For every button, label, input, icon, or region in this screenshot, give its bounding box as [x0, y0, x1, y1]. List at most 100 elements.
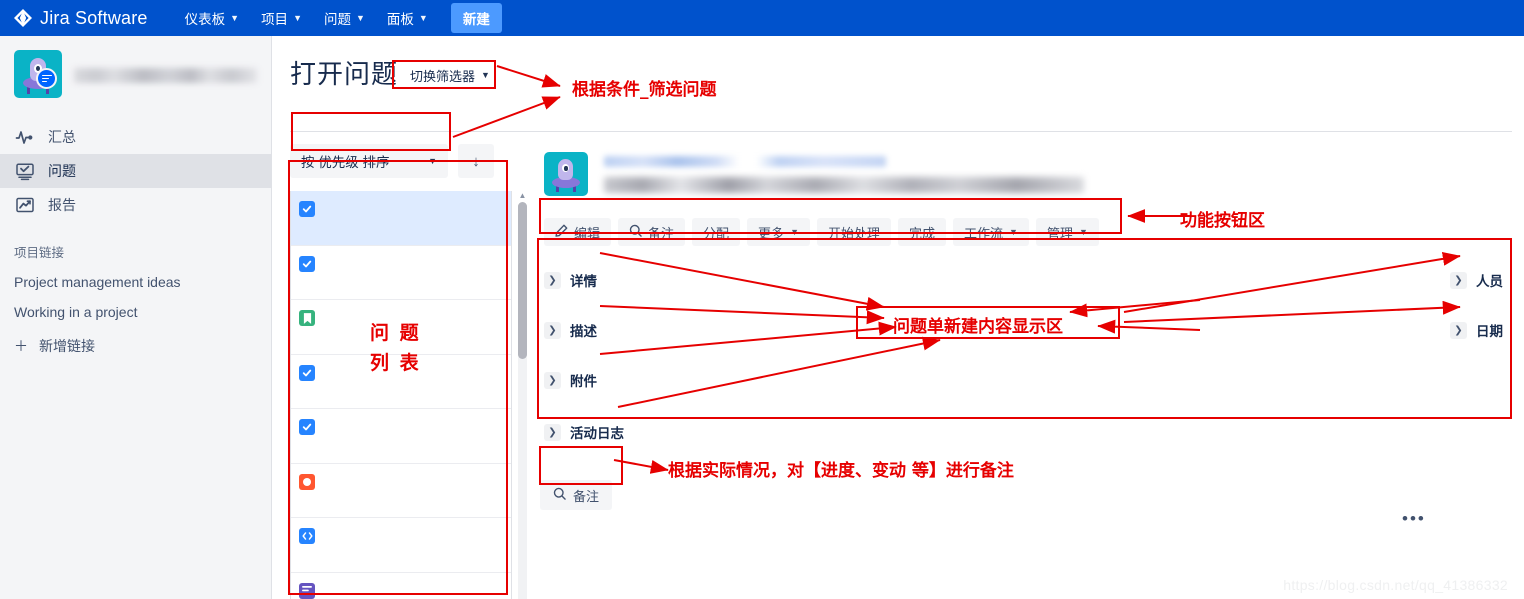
action-button-5[interactable]: 完成	[898, 218, 947, 246]
nav-item-issues[interactable]: 问题 ▼	[315, 4, 374, 32]
page-title: 打开问题	[290, 59, 399, 89]
section-label: 附件	[570, 374, 597, 389]
action-button-0[interactable]: 编辑	[544, 218, 612, 246]
action-button-2[interactable]: 分配	[692, 218, 741, 246]
chevron-right-icon: ❯	[544, 271, 561, 289]
project-avatar-ufo-icon	[544, 152, 588, 196]
action-button-6[interactable]: 工作流 ▼	[953, 218, 1029, 246]
nav-item-boards[interactable]: 面板 ▼	[378, 4, 437, 32]
action-button-label: 编辑	[574, 225, 601, 241]
chevron-right-icon: ❯	[1450, 321, 1467, 339]
scroll-up-arrow-icon[interactable]: ▲	[516, 191, 529, 201]
plus-icon: ＋	[14, 338, 28, 354]
action-button-label: 管理	[1046, 225, 1073, 241]
task-check-icon	[299, 364, 315, 381]
top-navigation-bar: Jira Software 仪表板 ▼ 项目 ▼ 问题 ▼ 面板 ▼ 新建	[0, 0, 1524, 36]
sidebar-item-issues[interactable]: 问题	[0, 154, 271, 188]
issue-list-item[interactable]	[291, 191, 511, 246]
nav-item-dashboards[interactable]: 仪表板 ▼	[176, 4, 248, 32]
section-dates[interactable]: ❯ 日期	[1450, 320, 1503, 340]
chevron-down-icon: ▼	[418, 12, 428, 23]
sidebar-add-link-button[interactable]: ＋ 新增链接	[0, 327, 271, 365]
action-button-label: 更多	[758, 225, 785, 241]
anno-comment-note: 根据实际情况，对【进度、变动 等】进行备注	[668, 461, 1014, 481]
more-options-ellipsis-icon[interactable]: •••	[1402, 509, 1426, 529]
jira-diamond-icon	[14, 9, 32, 27]
issue-list-item[interactable]	[291, 463, 511, 518]
comment-magnifier-icon	[629, 224, 642, 240]
action-button-label: 工作流	[964, 225, 1004, 241]
chevron-right-icon: ❯	[544, 423, 561, 441]
action-button-label: 分配	[703, 225, 730, 241]
issue-list-item[interactable]	[291, 572, 511, 599]
chevron-down-icon: ▼	[1009, 226, 1018, 237]
action-button-label: 备注	[648, 225, 675, 241]
nav-label: 问题	[323, 12, 351, 27]
chevron-down-icon: ▼	[790, 226, 799, 237]
comment-magnifier-icon	[553, 487, 566, 503]
sidebar-item-summary[interactable]: 汇总	[0, 120, 271, 154]
sidebar-link-pm-ideas[interactable]: Project management ideas	[0, 267, 271, 297]
watermark: https://blog.csdn.net/qq_41386332	[1283, 577, 1508, 593]
chevron-down-icon: ▼	[355, 12, 365, 23]
anno-button-area-note: 功能按钮区	[1180, 211, 1265, 231]
action-button-1[interactable]: 备注	[618, 218, 686, 246]
list-toolbar: 按 优先级 排序 ▼ ↓	[290, 144, 540, 178]
issue-list[interactable]	[290, 191, 512, 599]
nav-item-projects[interactable]: 项目 ▼	[252, 4, 311, 32]
scrollbar-thumb[interactable]	[518, 202, 527, 359]
add-comment-label: 备注	[573, 488, 600, 504]
brand-name: Jira Software	[40, 7, 148, 28]
project-sidebar: 汇总 问题 报告 项目链接 Project management ideas W…	[0, 36, 272, 599]
issue-list-item[interactable]	[291, 409, 511, 464]
issue-title-redacted	[604, 177, 1084, 193]
issue-list-scrollbar[interactable]: ▲	[516, 191, 529, 599]
filter-switch-label: 切换筛选器	[410, 69, 476, 84]
project-type-badge-icon	[36, 68, 57, 89]
report-chart-icon	[14, 194, 36, 216]
code-brackets-icon	[299, 528, 315, 544]
task-check-icon	[299, 419, 315, 435]
add-comment-button[interactable]: 备注	[540, 480, 613, 510]
anno-list-note-line1: 问 题	[370, 322, 421, 344]
export-download-button[interactable]: ↓	[458, 144, 494, 178]
section-details[interactable]: ❯ 详情	[544, 270, 597, 290]
section-description[interactable]: ❯ 描述	[544, 320, 597, 340]
section-label: 日期	[1476, 324, 1503, 339]
nav-label: 项目	[261, 12, 289, 27]
issues-monitor-icon	[14, 160, 36, 182]
app-root: Jira Software 仪表板 ▼ 项目 ▼ 问题 ▼ 面板 ▼ 新建 汇总…	[0, 0, 1524, 599]
issue-detail-sections: ❯ 详情 ❯ 描述 ❯ 附件 ❯ 活动日志 ❯ 人员 ❯ 日期 •••	[540, 264, 1508, 528]
sidebar-add-link-label: 新增链接	[39, 338, 95, 354]
chevron-right-icon: ❯	[544, 371, 561, 389]
project-header[interactable]	[0, 36, 271, 108]
task-check-icon	[299, 201, 315, 217]
issue-list-item[interactable]	[291, 245, 511, 300]
header-divider	[290, 131, 1512, 132]
create-button[interactable]: 新建	[450, 3, 502, 33]
section-activity-log[interactable]: ❯ 活动日志	[544, 422, 624, 442]
filter-switch-dropdown[interactable]: 切换筛选器 ▼	[404, 64, 496, 87]
section-label: 活动日志	[570, 426, 624, 441]
nav-label: 面板	[386, 12, 414, 27]
action-button-4[interactable]: 开始处理	[816, 218, 891, 246]
anno-filter-note: 根据条件_筛选问题	[572, 80, 717, 100]
issue-list-item[interactable]	[291, 518, 511, 573]
sidebar-item-label: 报告	[48, 197, 76, 213]
action-button-7[interactable]: 管理 ▼	[1035, 218, 1099, 246]
breadcrumb-redacted[interactable]	[604, 156, 886, 167]
activity-icon	[14, 126, 36, 148]
section-people[interactable]: ❯ 人员	[1450, 270, 1503, 290]
epic-lines-icon	[299, 582, 315, 599]
action-button-label: 开始处理	[827, 225, 880, 241]
download-arrow-icon: ↓	[472, 152, 480, 170]
section-attachments[interactable]: ❯ 附件	[544, 370, 597, 390]
jira-logo[interactable]: Jira Software	[14, 8, 148, 29]
sidebar-item-reports[interactable]: 报告	[0, 188, 271, 222]
action-button-3[interactable]: 更多 ▼	[747, 218, 810, 246]
sidebar-nav-list: 汇总 问题 报告	[0, 120, 271, 222]
sidebar-link-working-in-project[interactable]: Working in a project	[0, 297, 271, 327]
chevron-down-icon: ▼	[230, 12, 240, 23]
sort-select[interactable]: 按 优先级 排序 ▼	[290, 144, 448, 178]
page-header: 打开问题 切换筛选器 ▼	[272, 36, 1524, 91]
